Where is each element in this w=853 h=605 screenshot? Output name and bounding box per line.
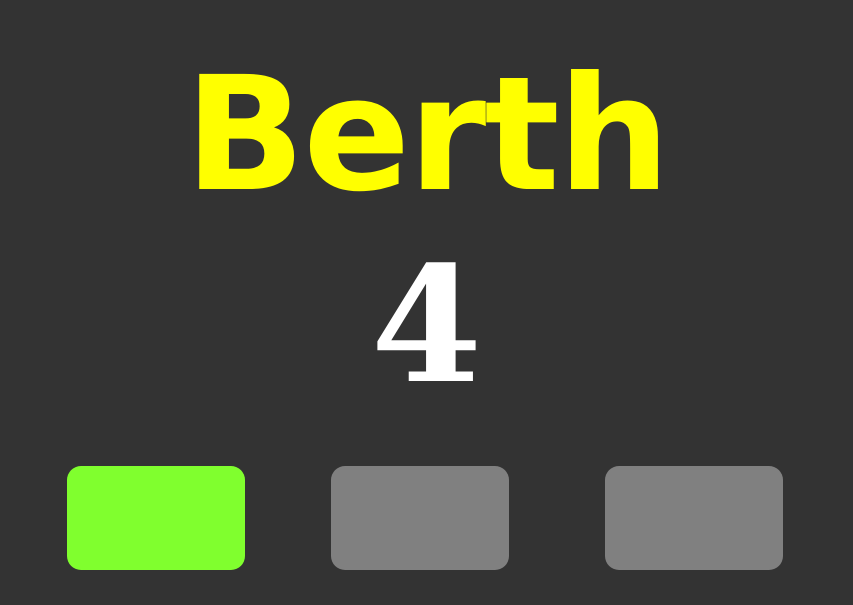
- berth-display: Berth 4: [0, 0, 853, 605]
- status-indicator-3: [605, 466, 783, 570]
- berth-label: Berth: [184, 43, 671, 227]
- status-indicator-2: [331, 466, 509, 570]
- berth-number: 4: [370, 231, 483, 419]
- status-indicator-1: [67, 466, 245, 570]
